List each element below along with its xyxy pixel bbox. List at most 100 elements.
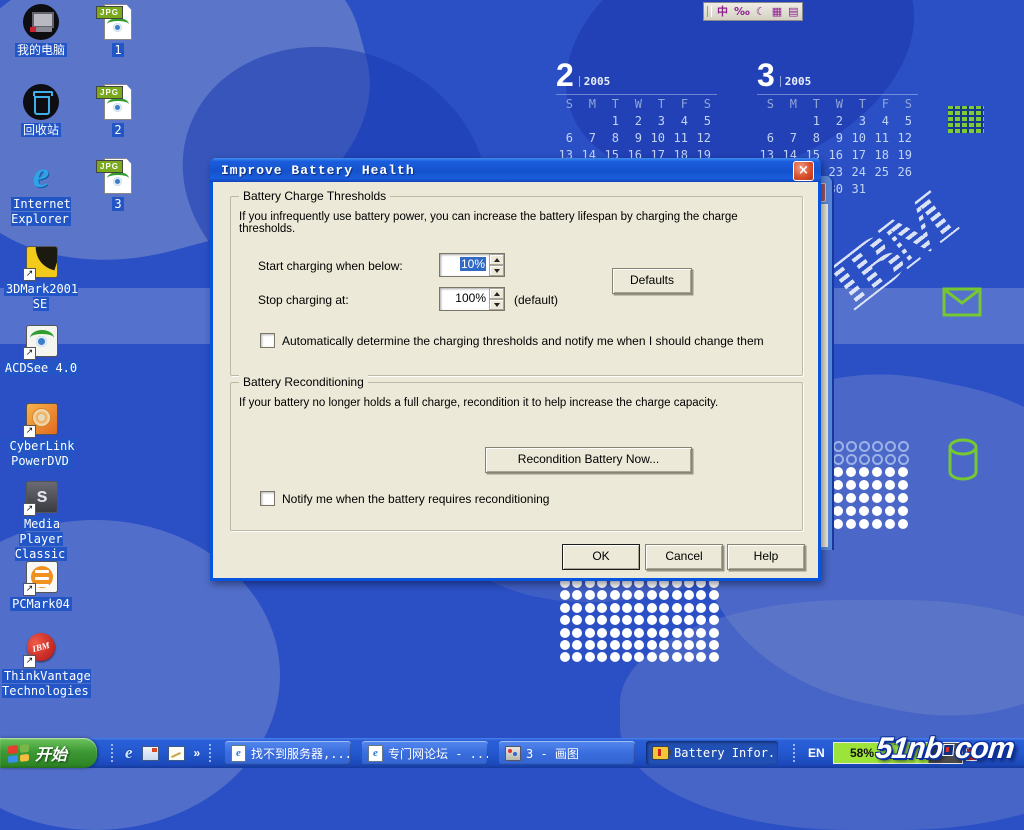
notify-reconditioning-checkbox[interactable] bbox=[260, 491, 275, 506]
desktop-icon-jpg-file-1[interactable]: JPG1 bbox=[79, 4, 157, 58]
wallpaper-dot bbox=[885, 493, 895, 503]
wallpaper-dot bbox=[833, 441, 844, 452]
quick-launch-browser-icon[interactable] bbox=[142, 746, 159, 761]
wallpaper-dot bbox=[709, 590, 719, 600]
wallpaper-dot bbox=[846, 519, 856, 529]
wallpaper-dot bbox=[898, 441, 909, 452]
desktop-icon-label: CyberLink PowerDVD bbox=[2, 439, 80, 469]
desktop-icon-my-computer[interactable]: 我的电脑 bbox=[2, 4, 80, 58]
wallpaper-dot bbox=[885, 519, 895, 529]
taskbar-button-3[interactable]: 3 - 画图 bbox=[499, 741, 635, 765]
thinkvantage-technologies-icon: IBM↗ bbox=[23, 630, 59, 666]
calendar-day: 7 bbox=[579, 131, 602, 145]
calendar-day: 19 bbox=[895, 148, 918, 162]
calendar-year: 2005 bbox=[579, 76, 611, 87]
spinner-up-icon[interactable] bbox=[489, 254, 504, 265]
wallpaper-dot bbox=[622, 652, 632, 662]
wallpaper-dot bbox=[898, 506, 908, 516]
taskbar: 开始 e » e找不到服务器,... e 专门网论坛 - ... 3 - 画图 Batt… bbox=[0, 738, 1024, 768]
my-computer-icon bbox=[23, 4, 59, 40]
calendar-day: 6 bbox=[757, 131, 780, 145]
taskbar-button-1[interactable]: e找不到服务器,... bbox=[225, 741, 351, 765]
desktop-icon-acdsee-40[interactable]: ↗ACDSee 4.0 bbox=[2, 322, 80, 376]
desktop-icon-thinkvantage-technologies[interactable]: IBM↗ThinkVantage Technologies bbox=[2, 630, 80, 699]
toolbar-grip-handle[interactable] bbox=[209, 744, 214, 762]
desktop-icon-label: Media Player Classic bbox=[2, 517, 80, 562]
battery-icon bbox=[652, 746, 669, 760]
wallpaper-dot bbox=[859, 467, 869, 477]
quick-launch-overflow-chevron-icon[interactable]: » bbox=[194, 746, 201, 760]
calendar-month-number: 2 bbox=[556, 59, 574, 91]
calendar-day: 31 bbox=[849, 182, 872, 196]
desktop-icon-pcmark04[interactable]: ↗ PCMark04 bbox=[2, 558, 80, 612]
cancel-button[interactable]: Cancel bbox=[645, 544, 723, 570]
ime-grip-handle[interactable] bbox=[707, 6, 712, 17]
stop-threshold-value[interactable]: 100% bbox=[440, 288, 489, 310]
language-indicator[interactable]: EN bbox=[808, 746, 825, 760]
defaults-button[interactable]: Defaults bbox=[612, 268, 692, 294]
desktop-icon-label: PCMark04 bbox=[2, 597, 80, 612]
taskbar-button-label: 专门网论坛 - ... bbox=[388, 745, 488, 762]
ime-language-bar[interactable]: 中 ‰ ☾ ▦ ▤ bbox=[703, 2, 803, 21]
close-button[interactable]: × bbox=[793, 161, 814, 181]
paint-icon bbox=[505, 746, 521, 761]
calendar-weekday: W bbox=[625, 97, 648, 111]
show-desktop-icon[interactable] bbox=[168, 746, 185, 761]
wallpaper-dot bbox=[859, 519, 869, 529]
desktop-icon-label: 3 bbox=[79, 197, 157, 212]
punctuation-icon[interactable]: ☾ bbox=[756, 4, 766, 19]
wallpaper-dot bbox=[597, 652, 607, 662]
desktop-icon-jpg-file-3[interactable]: JPG3 bbox=[79, 158, 157, 212]
spinner-up-icon[interactable] bbox=[489, 288, 504, 299]
spreadsheet-grid-icon bbox=[948, 106, 984, 133]
taskbar-button-4[interactable]: Battery Infor... bbox=[646, 741, 778, 765]
desktop-icon-label: 我的电脑 bbox=[2, 43, 80, 58]
desktop-icon-jpg-file-2[interactable]: JPG2 bbox=[79, 84, 157, 138]
wallpaper-dot bbox=[560, 590, 570, 600]
start-threshold-spinbox[interactable]: 10% bbox=[439, 253, 505, 277]
wallpaper-dot bbox=[672, 652, 682, 662]
calendar-weekday: S bbox=[694, 97, 717, 111]
desktop-icon-3dmark2001-se[interactable]: ↗3DMark2001 SE bbox=[2, 243, 80, 312]
spinner-down-icon[interactable] bbox=[489, 299, 504, 310]
wallpaper-dot bbox=[622, 615, 632, 625]
wallpaper-dot bbox=[885, 467, 895, 477]
help-button[interactable]: Help bbox=[727, 544, 805, 570]
wallpaper-dot bbox=[846, 480, 856, 490]
wallpaper-dot bbox=[634, 603, 644, 613]
soft-keyboard-icon[interactable]: ▦ bbox=[772, 4, 782, 19]
pcmark04-icon: ↗ bbox=[23, 558, 59, 594]
calendar-day: 5 bbox=[895, 114, 918, 128]
desktop-icon-internet-explorer[interactable]: eInternet Explorer bbox=[2, 158, 80, 227]
start-button[interactable]: 开始 bbox=[0, 738, 97, 768]
ime-menu-icon[interactable]: ▤ bbox=[788, 4, 798, 19]
chinese-mode-icon[interactable]: 中 bbox=[717, 4, 728, 19]
wallpaper-dot bbox=[634, 615, 644, 625]
quick-launch-ie-icon[interactable]: e bbox=[125, 743, 133, 763]
ie-page-icon: e bbox=[368, 745, 383, 762]
toolbar-grip-handle[interactable] bbox=[111, 744, 116, 762]
wallpaper-dot bbox=[659, 640, 669, 650]
desktop-icon-recycle-bin[interactable]: 回收站 bbox=[2, 84, 80, 138]
wallpaper-dot bbox=[846, 506, 856, 516]
wallpaper-dot bbox=[560, 640, 570, 650]
desktop-icon-media-player-classic[interactable]: s↗Media Player Classic bbox=[2, 478, 80, 562]
calendar-weekday: S bbox=[556, 97, 579, 111]
dialog-titlebar[interactable]: Improve Battery Health × bbox=[210, 158, 821, 182]
auto-determine-checkbox[interactable] bbox=[260, 333, 275, 348]
wallpaper-dot bbox=[585, 603, 595, 613]
desktop-icon-cyberlink-powerdvd[interactable]: ↗CyberLink PowerDVD bbox=[2, 400, 80, 469]
wallpaper-dot bbox=[885, 441, 896, 452]
spinner-down-icon[interactable] bbox=[489, 265, 504, 276]
start-threshold-value[interactable]: 10% bbox=[440, 254, 489, 276]
stop-threshold-spinbox[interactable]: 100% bbox=[439, 287, 505, 311]
wallpaper-dot bbox=[634, 628, 644, 638]
watermark-text: com bbox=[953, 732, 1015, 765]
taskbar-button-2[interactable]: e 专门网论坛 - ... bbox=[362, 741, 488, 765]
calendar-day: 7 bbox=[780, 131, 803, 145]
recondition-battery-button[interactable]: Recondition Battery Now... bbox=[485, 447, 692, 473]
ok-button[interactable]: OK bbox=[562, 544, 640, 570]
width-toggle-icon[interactable]: ‰ bbox=[734, 4, 750, 19]
calendar-day: 11 bbox=[872, 131, 895, 145]
calendar-day: 5 bbox=[694, 114, 717, 128]
